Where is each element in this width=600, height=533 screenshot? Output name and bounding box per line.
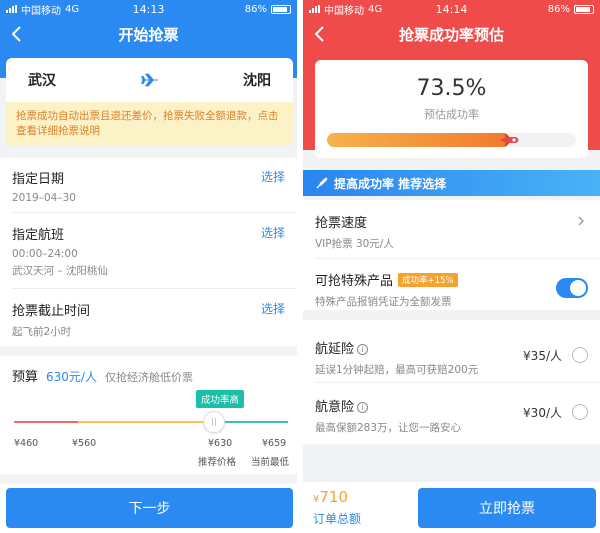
price-tick: ¥560: [72, 438, 97, 449]
success-rate-card: 73.5% 预估成功率: [315, 60, 588, 158]
deadline-row[interactable]: 抢票截止时间 起飞前2小时 选择: [0, 300, 297, 339]
recommend-tip-text: 提高成功率 推荐选择: [334, 176, 447, 191]
flight-airports: 武汉天河 – 沈阳桃仙: [12, 265, 108, 277]
info-icon[interactable]: i: [357, 344, 369, 355]
battery-icon: [574, 4, 594, 14]
order-total-label: 订单总额: [313, 512, 362, 526]
delay-insurance-price: ¥35/人: [523, 349, 562, 363]
budget-value: 630元/人: [46, 370, 97, 384]
accident-insurance-sub: 最高保额283万，让您一路安心: [315, 422, 462, 434]
special-product-title-text: 可抢特殊产品: [315, 274, 394, 289]
budget-section: 预算 630元/人 仅抢经济舱低价票 成功率高 ¥460 ¥560 ¥630 ¥…: [0, 356, 297, 474]
speed-title: 抢票速度: [315, 216, 368, 231]
flight-time: 00:00–24:00: [12, 248, 78, 260]
speed-row[interactable]: 抢票速度 VIP抢票 30元/人: [303, 212, 600, 251]
rocket-icon: [500, 133, 519, 147]
budget-label: 预算: [12, 370, 39, 385]
date-title: 指定日期: [12, 172, 65, 187]
accident-insurance-radio[interactable]: [572, 404, 588, 420]
back-arrow-icon[interactable]: [8, 22, 28, 46]
divider: [315, 382, 600, 383]
status-time: 14:14: [435, 2, 468, 16]
price-tick: ¥460: [14, 438, 39, 449]
divider: [315, 258, 600, 259]
status-time: 14:13: [132, 2, 165, 16]
page-title: 开始抢票: [118, 25, 179, 44]
deadline-title: 抢票截止时间: [12, 304, 91, 319]
flight-row[interactable]: 指定航班 00:00–24:00 武汉天河 – 沈阳桃仙 选择: [0, 224, 297, 278]
divider: [12, 212, 297, 213]
date-value: 2019–04–30: [12, 192, 76, 204]
success-rate-label: 预估成功率: [424, 108, 479, 121]
chevron-right-icon[interactable]: [576, 216, 586, 226]
nav-bar: 抢票成功率预估: [303, 18, 600, 50]
order-total-amount: ¥710: [313, 488, 348, 506]
delay-insurance-radio[interactable]: [572, 347, 588, 363]
slider-track-low: [14, 421, 78, 423]
grab-ticket-button[interactable]: 立即抢票: [418, 488, 596, 528]
slider-track-mid: [78, 421, 218, 423]
flight-select-link[interactable]: 选择: [261, 224, 285, 241]
deadline-select-link[interactable]: 选择: [261, 300, 285, 317]
success-rate-value: 73.5%: [416, 76, 487, 101]
options-section: 抢票速度 VIP抢票 30元/人 可抢特殊产品 成功率+15% 特殊产品报销凭证为…: [303, 200, 600, 310]
price-tick: ¥630: [208, 438, 233, 449]
nav-bar: 开始抢票: [0, 18, 297, 50]
speed-sub: VIP抢票 30元/人: [315, 238, 394, 250]
budget-note: 仅抢经济舱低价票: [104, 371, 193, 384]
success-rate-progress: [327, 133, 576, 147]
departure-city: 武汉: [28, 73, 56, 89]
next-step-button[interactable]: 下一步: [6, 488, 293, 528]
budget-header: 预算 630元/人 仅抢经济舱低价票: [12, 366, 193, 385]
budget-slider-handle[interactable]: [203, 411, 226, 433]
delay-insurance-title-text: 航延险: [315, 342, 355, 357]
order-total-value: 710: [319, 488, 349, 506]
deadline-value: 起飞前2小时: [12, 326, 72, 338]
info-icon[interactable]: i: [357, 402, 369, 413]
delay-insurance-sub: 延误1分钟起赔，最高可获赔200元: [315, 364, 479, 376]
special-product-sub: 特殊产品报销凭证为全额发票: [315, 296, 452, 308]
recommend-tip-bar: 提高成功率 推荐选择: [303, 170, 600, 196]
settings-section: 指定日期 2019–04–30 选择 指定航班 00:00–24:00 武汉天河…: [0, 158, 297, 346]
arrival-city: 沈阳: [243, 73, 271, 89]
date-row[interactable]: 指定日期 2019–04–30 选择: [0, 168, 297, 204]
flight-title: 指定航班: [12, 228, 65, 243]
plane-icon: [140, 73, 158, 87]
recommended-price-label: 推荐价格: [198, 457, 237, 468]
special-product-title: 可抢特殊产品 成功率+15%: [315, 270, 588, 289]
back-arrow-icon[interactable]: [311, 22, 331, 46]
divider: [12, 288, 297, 289]
success-rate-progress-fill: [327, 133, 510, 147]
date-select-link[interactable]: 选择: [261, 168, 285, 185]
page-title: 抢票成功率预估: [398, 25, 504, 44]
battery-icon: [271, 4, 291, 14]
status-bar: 中国移动 4G 14:14 86%: [303, 0, 600, 18]
left-screen: 中国移动 4G 14:13 86% 开始抢票 武汉 沈阳 抢票成功自动出票且退还…: [0, 0, 297, 533]
price-tick: ¥659: [262, 438, 287, 449]
accident-insurance-title-text: 航意险: [315, 400, 355, 415]
slider-track-high: [218, 421, 288, 423]
special-product-toggle[interactable]: [556, 278, 588, 298]
right-screen: 中国移动 4G 14:14 86% 抢票成功率预估 73.5% 预估成功率 提高…: [303, 0, 600, 533]
route-card: 武汉 沈阳: [6, 58, 293, 102]
success-boost-badge: 成功率+15%: [398, 273, 458, 287]
notice-banner[interactable]: 抢票成功自动出票且退还差价，抢票失败全额退款，点击查看详细抢票说明: [6, 102, 293, 146]
current-lowest-label: 当前最低: [251, 457, 290, 468]
status-bar: 中国移动 4G 14:13 86%: [0, 0, 297, 18]
success-rate-badge: 成功率高: [196, 390, 245, 408]
rocket-icon: [316, 177, 328, 189]
insurance-section: 航延险 i 延误1分钟起赔，最高可获赔200元 ¥35/人 航意险 i 最高保额28…: [303, 320, 600, 444]
accident-insurance-price: ¥30/人: [523, 406, 562, 420]
